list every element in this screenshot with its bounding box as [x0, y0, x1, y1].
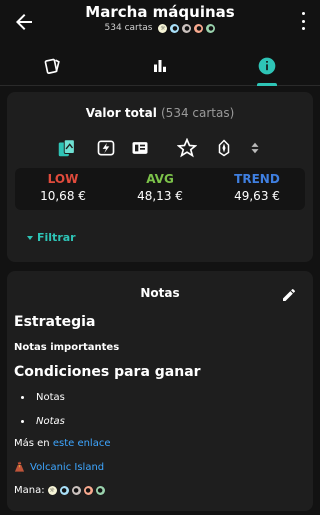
price-low-label: LOW — [47, 172, 79, 186]
mana-black-icon: ● — [182, 23, 192, 33]
star-icon[interactable] — [175, 136, 199, 160]
cards-icon — [44, 58, 60, 74]
price-avg-label: AVG — [146, 172, 174, 186]
app-bar: Marcha máquinas 534 cartas ☼ ● ● ● ● — [0, 0, 320, 46]
tab-bar — [0, 46, 320, 86]
deck-subtitle: 534 cartas ☼ ● ● ● ● — [0, 23, 320, 33]
list-item: Notas — [21, 416, 65, 427]
mana-black-icon: ● — [71, 486, 81, 495]
mana-green-icon: ● — [95, 486, 105, 495]
more-info-line: Más en este enlace — [14, 438, 111, 449]
price-trend-label: TREND — [234, 172, 280, 186]
notes-important: Notas importantes — [14, 342, 120, 353]
sort-icon[interactable] — [243, 136, 267, 160]
mana-line: Mana: ☼ ● ● ● ● — [14, 485, 105, 496]
info-icon — [258, 57, 276, 75]
list-item-text: Notas — [36, 392, 65, 403]
page-title: Marcha máquinas — [85, 3, 235, 21]
tab-info[interactable] — [214, 46, 320, 86]
total-value-count: (534 cartas) — [161, 106, 235, 120]
card-reference: Volcanic Island — [14, 461, 104, 473]
notes-heading-win-conditions: Condiciones para ganar — [14, 364, 201, 380]
notes-title: Notas — [140, 286, 180, 300]
price-avg: AVG 48,13 € — [112, 172, 208, 203]
tab-cards[interactable] — [0, 46, 106, 86]
filter-label: Filtrar — [37, 231, 76, 244]
bar-chart-icon — [154, 60, 166, 72]
bullet-icon — [21, 396, 24, 399]
filter-button[interactable]: Filtrar — [27, 231, 76, 244]
more-options-icon[interactable] — [300, 12, 306, 30]
value-card: Valor total (534 cartas) LOW 10,68 € AVG… — [7, 92, 313, 262]
notes-heading-strategy: Estrategia — [14, 314, 96, 330]
list-item: Notas — [21, 392, 65, 403]
price-source-icons — [7, 136, 313, 160]
lightning-card-icon[interactable] — [94, 136, 118, 160]
price-trend-value: 49,63 € — [234, 189, 280, 203]
castle-icon[interactable] — [138, 136, 162, 160]
card-count: 534 cartas — [104, 23, 153, 33]
tab-stats[interactable] — [107, 46, 213, 86]
total-value-title: Valor total (534 cartas) — [7, 106, 313, 120]
mana-blue-icon: ● — [59, 486, 69, 495]
mana-white-icon: ☼ — [158, 23, 168, 33]
mana-label: Mana: — [14, 485, 45, 496]
bullet-icon — [21, 420, 24, 423]
list-item-text: Notas — [36, 416, 65, 427]
total-value-label: Valor total — [85, 106, 157, 120]
mana-white-icon: ☼ — [47, 486, 57, 495]
price-trend: TREND 49,63 € — [209, 172, 305, 203]
price-low-value: 10,68 € — [40, 189, 86, 203]
price-low: LOW 10,68 € — [15, 172, 111, 203]
mana-blue-icon: ● — [170, 23, 180, 33]
mana-green-icon: ● — [206, 23, 216, 33]
notes-card: Notas Estrategia Notas importantes Condi… — [7, 271, 313, 511]
price-summary: LOW 10,68 € AVG 48,13 € TREND 49,63 € — [15, 168, 305, 210]
price-avg-value: 48,13 € — [137, 189, 183, 203]
dropdown-arrow-icon — [27, 235, 33, 240]
crystal-icon[interactable] — [212, 136, 236, 160]
more-prefix: Más en — [14, 438, 50, 449]
mana-red-icon: ● — [83, 486, 93, 495]
edit-pencil-icon[interactable] — [281, 287, 297, 303]
card-link-volcanic-island[interactable]: Volcanic Island — [30, 462, 104, 473]
volcano-icon — [14, 461, 25, 472]
mana-red-icon: ● — [194, 23, 204, 33]
more-link[interactable]: este enlace — [53, 438, 111, 449]
cards-stack-icon[interactable] — [55, 136, 79, 160]
